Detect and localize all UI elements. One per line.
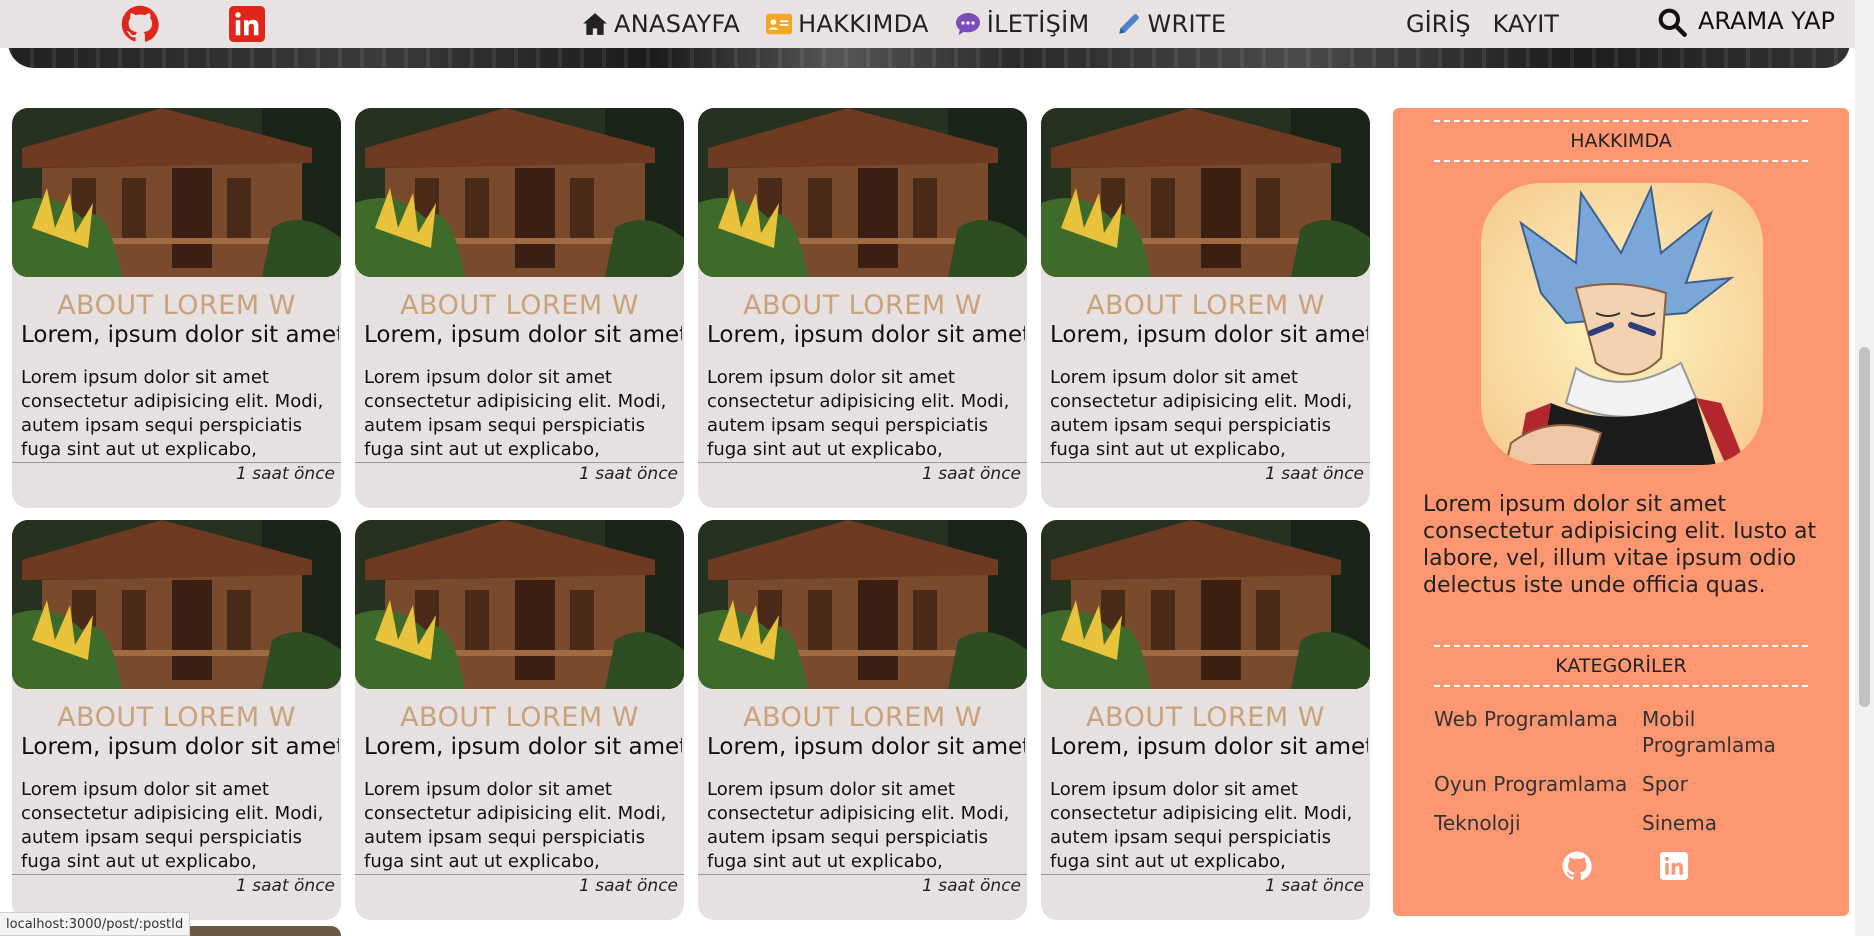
post-divider <box>1041 874 1370 875</box>
post-time: 1 saat önce <box>1265 464 1364 484</box>
post-excerpt: Lorem ipsum dolor sit amet consectetur a… <box>21 367 324 460</box>
post-grid: ABOUT LOREM W Lorem, ipsum dolor sit amet… <box>12 108 1370 928</box>
nav-item-write[interactable]: WRITE <box>1116 10 1227 38</box>
post-thumbnail[interactable] <box>1041 108 1370 277</box>
nav-item-label: İLETİŞİM <box>986 10 1090 38</box>
home-icon <box>582 11 608 37</box>
post-divider <box>1041 462 1370 463</box>
post-thumbnail[interactable] <box>698 520 1027 689</box>
post-card[interactable]: ABOUT LOREM W Lorem, ipsum dolor sit amet… <box>1041 520 1370 920</box>
post-excerpt: Lorem ipsum dolor sit amet consectetur a… <box>364 367 667 460</box>
scrollbar-thumb[interactable] <box>1859 347 1870 707</box>
category-link[interactable]: Spor <box>1642 771 1834 797</box>
post-category: ABOUT LOREM W <box>400 702 639 733</box>
github-icon[interactable] <box>120 5 160 43</box>
post-thumbnail[interactable] <box>355 520 684 689</box>
post-title[interactable]: Lorem, ipsum dolor sit amet <box>21 734 339 760</box>
post-card[interactable]: ABOUT LOREM W Lorem, ipsum dolor sit amet… <box>12 520 341 920</box>
nav-item-hakkimda[interactable]: HAKKIMDA <box>766 10 929 38</box>
pencil-icon <box>1116 11 1142 37</box>
post-title[interactable]: Lorem, ipsum dolor sit amet <box>21 322 339 348</box>
post-category: ABOUT LOREM W <box>57 702 296 733</box>
category-list: Web Programlama Mobil Programlama Oyun P… <box>1434 706 1834 836</box>
post-time: 1 saat önce <box>236 464 335 484</box>
about-title: HAKKIMDA <box>1434 120 1808 162</box>
post-time: 1 saat önce <box>236 876 335 896</box>
post-divider <box>12 874 341 875</box>
post-divider <box>698 462 1027 463</box>
post-thumbnail[interactable] <box>355 108 684 277</box>
post-card[interactable]: ABOUT LOREM W Lorem, ipsum dolor sit amet… <box>355 520 684 920</box>
post-category: ABOUT LOREM W <box>743 290 982 321</box>
categories-title: KATEGORİLER <box>1434 645 1808 687</box>
post-divider <box>355 462 684 463</box>
top-navbar: ANASAYFA HAKKIMDA İLETİŞİM WRITE GİRİŞ K… <box>0 0 1855 48</box>
register-link[interactable]: KAYIT <box>1493 10 1559 38</box>
post-excerpt: Lorem ipsum dolor sit amet consectetur a… <box>1050 367 1353 460</box>
category-link[interactable]: Web Programlama <box>1434 706 1642 758</box>
category-link[interactable]: Teknoloji <box>1434 810 1642 836</box>
post-time: 1 saat önce <box>922 464 1021 484</box>
chat-icon <box>955 11 981 37</box>
post-divider <box>698 874 1027 875</box>
nav-item-anasayfa[interactable]: ANASAYFA <box>582 10 740 38</box>
post-category: ABOUT LOREM W <box>1086 290 1325 321</box>
login-link[interactable]: GİRİŞ <box>1406 10 1471 38</box>
post-excerpt: Lorem ipsum dolor sit amet consectetur a… <box>21 779 324 872</box>
about-text: Lorem ipsum dolor sit amet consectetur a… <box>1423 492 1817 598</box>
nav-item-iletisim[interactable]: İLETİŞİM <box>955 10 1090 38</box>
github-icon[interactable] <box>1561 850 1593 882</box>
nav-item-label: ANASAYFA <box>614 10 741 38</box>
post-excerpt: Lorem ipsum dolor sit amet consectetur a… <box>707 779 1010 872</box>
post-time: 1 saat önce <box>1265 876 1364 896</box>
browser-status-bar: localhost:3000/post/:postId <box>0 912 191 936</box>
post-card[interactable]: ABOUT LOREM W Lorem, ipsum dolor sit amet… <box>698 108 1027 508</box>
linkedin-icon[interactable] <box>1658 850 1690 882</box>
post-card[interactable]: ABOUT LOREM W Lorem, ipsum dolor sit amet… <box>12 108 341 508</box>
post-title[interactable]: Lorem, ipsum dolor sit amet <box>707 734 1025 760</box>
post-title[interactable]: Lorem, ipsum dolor sit amet <box>1050 734 1368 760</box>
post-divider <box>12 462 341 463</box>
post-title[interactable]: Lorem, ipsum dolor sit amet <box>364 734 682 760</box>
post-category: ABOUT LOREM W <box>57 290 296 321</box>
search-icon <box>1656 6 1688 42</box>
post-card[interactable]: ABOUT LOREM W Lorem, ipsum dolor sit amet… <box>355 108 684 508</box>
post-category: ABOUT LOREM W <box>1086 702 1325 733</box>
post-category: ABOUT LOREM W <box>743 702 982 733</box>
post-card[interactable]: ABOUT LOREM W Lorem, ipsum dolor sit amet… <box>1041 108 1370 508</box>
search-button[interactable]: ARAMA YAP <box>1656 0 1835 48</box>
nav-item-label: WRITE <box>1147 10 1227 38</box>
post-excerpt: Lorem ipsum dolor sit amet consectetur a… <box>364 779 667 872</box>
post-excerpt: Lorem ipsum dolor sit amet consectetur a… <box>1050 779 1353 872</box>
linkedin-icon[interactable] <box>227 5 267 43</box>
post-title[interactable]: Lorem, ipsum dolor sit amet <box>707 322 1025 348</box>
post-thumbnail[interactable] <box>698 108 1027 277</box>
sidebar: HAKKIMDA Lorem ipsum dolor sit amet cons… <box>1393 108 1849 916</box>
post-time: 1 saat önce <box>579 876 678 896</box>
post-excerpt: Lorem ipsum dolor sit amet consectetur a… <box>707 367 1010 460</box>
main-nav: ANASAYFA HAKKIMDA İLETİŞİM WRITE <box>582 0 1252 48</box>
post-thumbnail[interactable] <box>12 108 341 277</box>
post-card[interactable]: ABOUT LOREM W Lorem, ipsum dolor sit amet… <box>698 520 1027 920</box>
post-divider <box>355 874 684 875</box>
category-link[interactable]: Oyun Programlama <box>1434 771 1642 797</box>
post-time: 1 saat önce <box>922 876 1021 896</box>
search-label: ARAMA YAP <box>1698 7 1835 35</box>
avatar <box>1481 183 1763 465</box>
category-link[interactable]: Mobil Programlama <box>1642 706 1834 758</box>
nav-item-label: HAKKIMDA <box>798 10 929 38</box>
auth-links: GİRİŞ KAYIT <box>1406 0 1581 48</box>
post-thumbnail[interactable] <box>12 520 341 689</box>
page-scrollbar[interactable] <box>1855 0 1874 936</box>
post-thumbnail[interactable] <box>1041 520 1370 689</box>
post-title[interactable]: Lorem, ipsum dolor sit amet <box>1050 322 1368 348</box>
post-category: ABOUT LOREM W <box>400 290 639 321</box>
id-card-icon <box>766 11 793 37</box>
category-link[interactable]: Sinema <box>1642 810 1834 836</box>
post-time: 1 saat önce <box>579 464 678 484</box>
post-title[interactable]: Lorem, ipsum dolor sit amet <box>364 322 682 348</box>
